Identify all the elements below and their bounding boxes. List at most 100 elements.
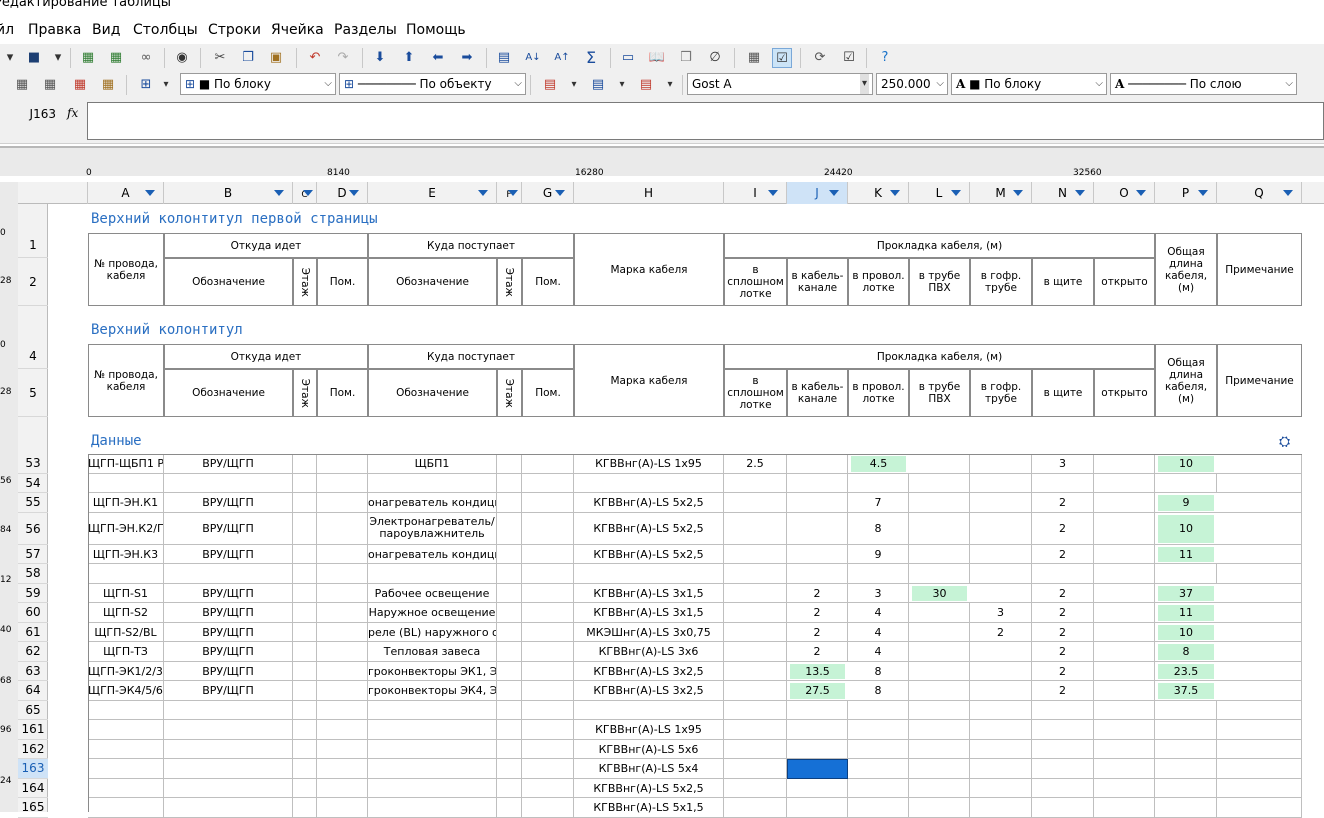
- cell-a[interactable]: ЩГП-ЭК4/5/6: [88, 681, 164, 701]
- cell-o[interactable]: [1094, 544, 1155, 564]
- cell-l[interactable]: [909, 681, 970, 701]
- cell-f[interactable]: [497, 564, 522, 584]
- cell-d[interactable]: [317, 778, 368, 798]
- cell-j[interactable]: [787, 473, 848, 493]
- fill-2-dropdown-icon[interactable]: ▾: [612, 75, 632, 95]
- cell-p[interactable]: [1155, 700, 1217, 720]
- cell-b[interactable]: ВРУ/ЩГП: [164, 454, 293, 474]
- cell-b[interactable]: ВРУ/ЩГП: [164, 642, 293, 662]
- row-header[interactable]: 58: [18, 564, 48, 584]
- cell-k[interactable]: [848, 739, 909, 759]
- cell-j[interactable]: 27.5: [790, 683, 845, 699]
- cell-g[interactable]: [522, 454, 574, 474]
- row-header[interactable]: 163: [18, 759, 48, 779]
- cell-a[interactable]: [88, 739, 164, 759]
- cell-e[interactable]: [368, 759, 497, 779]
- section-settings-icon[interactable]: ⛭: [1279, 434, 1290, 450]
- cell-e[interactable]: [368, 473, 497, 493]
- cell-n[interactable]: [1032, 720, 1094, 740]
- row-header[interactable]: 63: [18, 662, 48, 681]
- cell-a[interactable]: [88, 778, 164, 798]
- cell-q[interactable]: [1217, 778, 1302, 798]
- selected-cell-j163[interactable]: [787, 759, 848, 779]
- cell-e[interactable]: [368, 720, 497, 740]
- cell-n[interactable]: [1032, 798, 1094, 818]
- cell-m[interactable]: 2: [970, 622, 1032, 642]
- cell-n[interactable]: [1032, 778, 1094, 798]
- cell-n[interactable]: [1032, 473, 1094, 493]
- cell-e[interactable]: реле (BL) наружного осв: [368, 622, 497, 642]
- cell-a[interactable]: [88, 473, 164, 493]
- cell-q[interactable]: [1217, 739, 1302, 759]
- column-header-q[interactable]: Q: [1217, 182, 1302, 204]
- cell-i[interactable]: [724, 583, 787, 603]
- cell-e[interactable]: гроконвекторы ЭК4, ЭК5: [368, 681, 497, 701]
- column-header-k[interactable]: K: [848, 182, 909, 204]
- cell-i[interactable]: [724, 700, 787, 720]
- cell-b[interactable]: [164, 473, 293, 493]
- preview-eye-icon[interactable]: ◉: [172, 48, 192, 68]
- cell-f[interactable]: [497, 473, 522, 493]
- grid-style-3-icon[interactable]: ▦: [70, 75, 90, 95]
- cell-n[interactable]: 3: [1032, 454, 1094, 474]
- cell-d[interactable]: [317, 454, 368, 474]
- cell-f[interactable]: [497, 544, 522, 564]
- cell-p[interactable]: [1155, 759, 1217, 779]
- cell-k[interactable]: 4.5: [851, 456, 906, 472]
- cell-c[interactable]: [293, 700, 317, 720]
- cell-c[interactable]: [293, 798, 317, 818]
- cell-e[interactable]: Наружное освещение: [368, 603, 497, 623]
- column-header-o[interactable]: O: [1094, 182, 1155, 204]
- column-header-a[interactable]: A: [88, 182, 164, 204]
- cell-l[interactable]: [909, 512, 970, 545]
- row-header[interactable]: 60: [18, 603, 48, 623]
- cell-m[interactable]: [970, 473, 1032, 493]
- cell-n[interactable]: [1032, 700, 1094, 720]
- cell-d[interactable]: [317, 739, 368, 759]
- cell-k[interactable]: [848, 473, 909, 493]
- row-header[interactable]: 165: [18, 798, 48, 818]
- cell-k[interactable]: 3: [848, 583, 909, 603]
- cell-j[interactable]: 2: [787, 642, 848, 662]
- cell-h[interactable]: КГВВнг(А)-LS 5x2,5: [574, 778, 724, 798]
- row-header[interactable]: 57: [18, 545, 48, 564]
- form-icon[interactable]: ▭: [618, 48, 638, 68]
- cell-h[interactable]: КГВВнг(А)-LS 5x2,5: [574, 544, 724, 564]
- cell-p[interactable]: [1155, 564, 1217, 584]
- cell-e[interactable]: Рабочее освещение: [368, 583, 497, 603]
- cell-f[interactable]: [497, 583, 522, 603]
- cell-d[interactable]: [317, 583, 368, 603]
- cell-q[interactable]: [1217, 493, 1302, 513]
- cell-o[interactable]: [1094, 583, 1155, 603]
- cell-j[interactable]: [787, 564, 848, 584]
- row-header[interactable]: 65: [18, 701, 48, 720]
- cell-i[interactable]: [724, 739, 787, 759]
- cell-i[interactable]: [724, 642, 787, 662]
- cell-l[interactable]: [909, 700, 970, 720]
- cell-i[interactable]: [724, 720, 787, 740]
- row-header[interactable]: 53: [18, 454, 48, 474]
- cell-h[interactable]: КГВВнг(А)-LS 3x1,5: [574, 603, 724, 623]
- cell-k[interactable]: 8: [848, 512, 909, 545]
- undo-icon[interactable]: ↶: [305, 48, 325, 68]
- cell-h[interactable]: КГВВнг(А)-LS 1x95: [574, 720, 724, 740]
- refresh-icon[interactable]: ⟳: [810, 48, 830, 68]
- row-header[interactable]: 55: [18, 493, 48, 513]
- cell-p[interactable]: [1155, 778, 1217, 798]
- cell-q[interactable]: [1217, 798, 1302, 818]
- cell-p[interactable]: 10: [1158, 624, 1214, 640]
- cell-l[interactable]: [909, 544, 970, 564]
- cell-b[interactable]: ВРУ/ЩГП: [164, 544, 293, 564]
- cell-d[interactable]: [317, 642, 368, 662]
- cell-b[interactable]: [164, 720, 293, 740]
- cell-o[interactable]: [1094, 661, 1155, 681]
- cell-h[interactable]: КГВВнг(А)-LS 3x2,5: [574, 661, 724, 681]
- cell-l[interactable]: [909, 454, 970, 474]
- cell-g[interactable]: [522, 642, 574, 662]
- cell-j[interactable]: [787, 544, 848, 564]
- cell-g[interactable]: [522, 700, 574, 720]
- cell-g[interactable]: [522, 661, 574, 681]
- paste-icon[interactable]: ▣: [266, 48, 286, 68]
- cell-k[interactable]: 8: [848, 681, 909, 701]
- cell-h[interactable]: КГВВнг(А)-LS 3x6: [574, 642, 724, 662]
